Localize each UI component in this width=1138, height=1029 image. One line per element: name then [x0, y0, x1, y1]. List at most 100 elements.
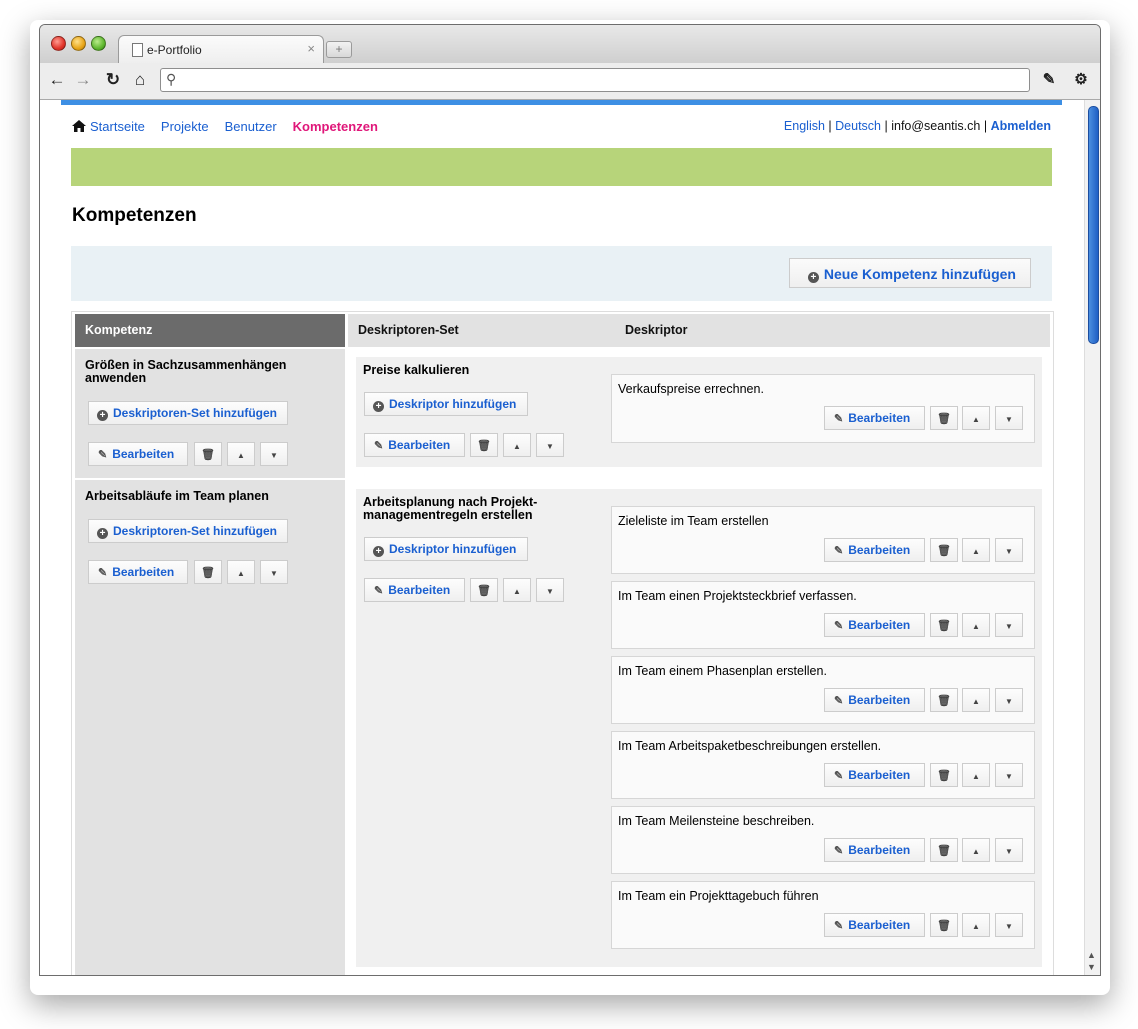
back-arrow-icon[interactable]: ←: [46, 69, 68, 91]
trash-icon: 🗑: [937, 770, 951, 782]
delete-descriptor-button[interactable]: 🗑: [930, 613, 958, 637]
move-down-button[interactable]: ▼: [995, 763, 1023, 787]
forward-arrow-icon[interactable]: →: [72, 69, 94, 91]
add-set-button[interactable]: + Deskriptoren-Set hinzufügen: [88, 401, 288, 425]
trash-icon: 🗑: [937, 695, 951, 707]
move-up-button[interactable]: ▲: [962, 913, 990, 937]
move-down-button[interactable]: ▼: [260, 442, 288, 466]
scroll-down-icon[interactable]: ▼: [1087, 962, 1096, 972]
move-up-button[interactable]: ▲: [962, 613, 990, 637]
pencil-icon: ✎: [98, 449, 108, 461]
move-up-button[interactable]: ▲: [503, 433, 531, 457]
new-tab-button[interactable]: +: [326, 41, 352, 58]
move-down-button[interactable]: ▼: [260, 560, 288, 584]
edit-descriptor-button[interactable]: ✎ Bearbeiten: [824, 763, 925, 787]
move-up-button[interactable]: ▲: [227, 560, 255, 584]
edit-descriptor-button[interactable]: ✎ Bearbeiten: [824, 613, 925, 637]
plus-circle-icon: +: [97, 410, 108, 421]
browser-toolbar: ← → ↻ ⌂ ⚲ ✎ ⚙: [40, 63, 1100, 100]
move-down-button[interactable]: ▼: [995, 913, 1023, 937]
add-competency-button[interactable]: + Neue Kompetenz hinzufügen: [788, 258, 1031, 288]
move-up-button[interactable]: ▲: [227, 442, 255, 466]
caret-up-icon: ▲: [972, 922, 980, 931]
tab-close-icon[interactable]: ×: [307, 41, 315, 56]
move-up-button[interactable]: ▲: [962, 688, 990, 712]
move-up-button[interactable]: ▲: [962, 838, 990, 862]
caret-up-icon: ▲: [513, 442, 521, 451]
delete-set-button[interactable]: 🗑: [470, 578, 498, 602]
close-window-button[interactable]: [51, 36, 66, 51]
logout-link[interactable]: Abmelden: [991, 119, 1051, 133]
trash-icon: 🗑: [201, 567, 215, 579]
delete-descriptor-button[interactable]: 🗑: [930, 538, 958, 562]
header-right: Deskriptoren-Set Deskriptor: [348, 314, 1050, 347]
edit-label: Bearbeiten: [848, 843, 911, 857]
nav-benutzer[interactable]: Benutzer: [225, 119, 277, 134]
move-down-button[interactable]: ▼: [995, 613, 1023, 637]
descriptor-card: Im Team Meilensteine beschreiben. ✎ Bearb…: [611, 806, 1035, 874]
edit-set-button[interactable]: ✎ Bearbeiten: [364, 433, 465, 457]
move-down-button[interactable]: ▼: [995, 688, 1023, 712]
add-descriptor-label: Deskriptor hinzufügen: [389, 397, 517, 411]
minimize-window-button[interactable]: [71, 36, 86, 51]
search-icon: ⚲: [166, 71, 177, 87]
delete-competency-button[interactable]: 🗑: [194, 442, 222, 466]
move-up-button[interactable]: ▲: [962, 763, 990, 787]
descriptor-text: Im Team einem Phasenplan erstellen.: [618, 664, 827, 678]
set-title: Arbeitsplanung nach Projekt-managementre…: [363, 495, 538, 522]
add-descriptor-button[interactable]: + Deskriptor hinzufügen: [364, 392, 528, 416]
edit-competency-button[interactable]: ✎ Bearbeiten: [88, 560, 188, 584]
add-descriptor-button[interactable]: + Deskriptor hinzufügen: [364, 537, 528, 561]
descriptor-card: Im Team einem Phasenplan erstellen. ✎ Bea…: [611, 656, 1035, 724]
delete-descriptor-button[interactable]: 🗑: [930, 763, 958, 787]
tab-strip: e-Portfolio × +: [40, 25, 1100, 64]
trash-icon: 🗑: [477, 585, 491, 597]
edit-descriptor-button[interactable]: ✎ Bearbeiten: [824, 406, 925, 430]
edit-descriptor-button[interactable]: ✎ Bearbeiten: [824, 913, 925, 937]
edit-label: Bearbeiten: [848, 768, 911, 782]
move-down-button[interactable]: ▼: [536, 578, 564, 602]
edit-descriptor-button[interactable]: ✎ Bearbeiten: [824, 688, 925, 712]
nav-kompetenzen[interactable]: Kompetenzen: [293, 119, 378, 134]
trash-icon: 🗑: [937, 920, 951, 932]
move-up-button[interactable]: ▲: [962, 406, 990, 430]
add-set-button[interactable]: + Deskriptoren-Set hinzufügen: [88, 519, 288, 543]
move-down-button[interactable]: ▼: [995, 406, 1023, 430]
vertical-scrollbar[interactable]: ▲ ▼: [1084, 100, 1100, 975]
caret-up-icon: ▲: [972, 415, 980, 424]
edit-descriptor-button[interactable]: ✎ Bearbeiten: [824, 838, 925, 862]
delete-set-button[interactable]: 🗑: [470, 433, 498, 457]
wrench-icon[interactable]: ⚙: [1070, 69, 1092, 91]
reload-icon[interactable]: ↻: [102, 69, 124, 91]
caret-up-icon: ▲: [972, 547, 980, 556]
page-menu-icon[interactable]: ✎: [1038, 69, 1060, 91]
delete-descriptor-button[interactable]: 🗑: [930, 688, 958, 712]
move-down-button[interactable]: ▼: [995, 538, 1023, 562]
caret-down-icon: ▼: [1005, 922, 1013, 931]
edit-competency-button[interactable]: ✎ Bearbeiten: [88, 442, 188, 466]
address-bar[interactable]: ⚲: [160, 68, 1030, 92]
move-down-button[interactable]: ▼: [536, 433, 564, 457]
delete-competency-button[interactable]: 🗑: [194, 560, 222, 584]
lang-deutsch-link[interactable]: Deutsch: [835, 119, 881, 133]
delete-descriptor-button[interactable]: 🗑: [930, 838, 958, 862]
browser-tab[interactable]: e-Portfolio ×: [118, 35, 324, 64]
lang-english-link[interactable]: English: [784, 119, 825, 133]
scroll-up-icon[interactable]: ▲: [1087, 950, 1096, 960]
delete-descriptor-button[interactable]: 🗑: [930, 913, 958, 937]
move-down-button[interactable]: ▼: [995, 838, 1023, 862]
trash-icon: 🗑: [201, 449, 215, 461]
nav-projekte[interactable]: Projekte: [161, 119, 209, 134]
home-icon[interactable]: ⌂: [129, 69, 151, 91]
edit-set-button[interactable]: ✎ Bearbeiten: [364, 578, 465, 602]
delete-descriptor-button[interactable]: 🗑: [930, 406, 958, 430]
move-up-button[interactable]: ▲: [503, 578, 531, 602]
page-icon: [132, 43, 143, 57]
move-up-button[interactable]: ▲: [962, 538, 990, 562]
pencil-icon: ✎: [98, 567, 108, 579]
edit-descriptor-button[interactable]: ✎ Bearbeiten: [824, 538, 925, 562]
page-container: Startseite Projekte Benutzer Kompetenzen En…: [61, 100, 1062, 975]
zoom-window-button[interactable]: [91, 36, 106, 51]
scrollbar-thumb[interactable]: [1088, 106, 1099, 344]
nav-startseite[interactable]: Startseite: [90, 119, 145, 134]
